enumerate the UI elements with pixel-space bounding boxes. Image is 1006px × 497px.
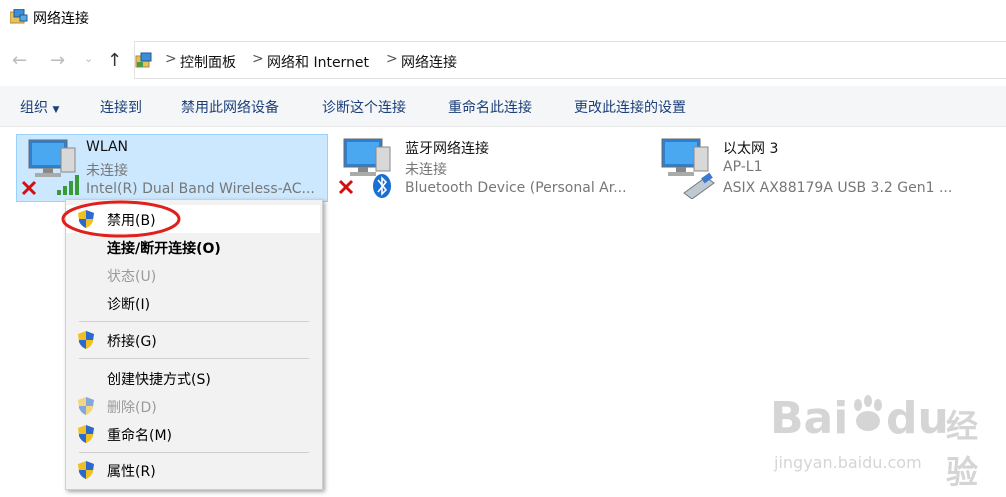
watermark-text: 经验 [946,407,979,491]
breadcrumb-control-panel[interactable]: 控制面板 [180,52,236,72]
chevron-down-icon[interactable]: ⌄ [84,52,93,65]
disable-device-button[interactable]: 禁用此网络设备 [181,97,279,117]
menu-item-bridge[interactable]: 桥接(G) [107,331,157,351]
breadcrumb-separator: > [165,51,177,67]
connection-device: Bluetooth Device (Personal Ar... [405,180,627,196]
connection-name: WLAN [86,139,129,155]
uac-shield-icon [78,331,94,349]
connection-device: Intel(R) Dual Band Wireless-AC... [86,181,315,197]
connection-item-wlan[interactable]: WLAN 未连接 Intel(R) Dual Band Wireless-AC.… [16,134,328,202]
menu-item-properties[interactable]: 属性(R) [107,461,156,481]
back-arrow-icon[interactable]: ← [12,50,27,71]
menu-item-diagnose[interactable]: 诊断(I) [107,294,150,314]
change-settings-button[interactable]: 更改此连接的设置 [574,97,686,117]
diagnose-button[interactable]: 诊断这个连接 [322,97,406,117]
paw-icon [854,395,882,431]
menu-item-delete[interactable]: 删除(D) [107,397,157,417]
connect-to-button[interactable]: 连接到 [100,97,142,117]
connection-status: 未连接 [405,162,447,178]
address-bar[interactable]: > 控制面板 > 网络和 Internet > 网络连接 [134,41,1006,79]
network-folder-icon [10,9,28,24]
menu-item-status[interactable]: 状态(U) [107,266,156,286]
connection-status: AP-L1 [723,159,763,175]
ethernet-adapter-icon [661,138,715,199]
watermark-brand: Bai [770,393,849,444]
baidu-watermark: Bai du 经验 jingyan.baidu.com [770,375,1000,491]
menu-separator [79,321,309,322]
connection-device: ASIX AX88179A USB 3.2 Gen1 ... [723,180,953,196]
uac-shield-icon [78,425,94,443]
connection-item-ethernet[interactable]: 以太网 3 AP-L1 ASIX AX88179A USB 3.2 Gen1 .… [654,134,964,202]
menu-item-create-shortcut[interactable]: 创建快捷方式(S) [107,369,211,389]
annotation-circle [61,200,181,238]
menu-item-connect-disconnect[interactable]: 连接/断开连接(O) [107,238,221,258]
connection-name: 以太网 3 [723,141,779,157]
menu-item-rename[interactable]: 重命名(M) [107,425,172,445]
connection-name: 蓝牙网络连接 [405,141,489,157]
control-panel-icon [135,52,152,68]
window-title: 网络连接 [33,11,89,27]
up-arrow-icon[interactable]: ↑ [107,50,122,71]
uac-shield-icon [78,397,94,415]
breadcrumb-network-internet[interactable]: 网络和 Internet [267,52,369,72]
dropdown-arrow-icon: ▼ [52,105,60,115]
bluetooth-adapter-icon [338,138,391,198]
breadcrumb-separator: > [386,51,398,67]
menu-separator [79,452,309,453]
command-toolbar: 组织 ▼ 连接到 禁用此网络设备 诊断这个连接 重命名此连接 更改此连接的设置 [0,86,1006,127]
forward-arrow-icon[interactable]: → [50,50,65,71]
title-bar: 网络连接 [0,0,1006,36]
wifi-adapter-icon [21,139,79,196]
uac-shield-icon [78,461,94,479]
connection-item-bluetooth[interactable]: 蓝牙网络连接 未连接 Bluetooth Device (Personal Ar… [336,134,646,202]
connection-status: 未连接 [86,163,128,179]
breadcrumb-network-connections[interactable]: 网络连接 [401,52,457,72]
organize-label: 组织 [20,100,48,116]
watermark-url: jingyan.baidu.com [774,453,922,472]
rename-button[interactable]: 重命名此连接 [448,97,532,117]
menu-separator [79,358,309,359]
organize-button[interactable]: 组织 ▼ [20,97,59,117]
watermark-brand-suffix: du [886,393,949,444]
context-menu-items: 禁用(B) 连接/断开连接(O) 状态(U) 诊断(I) 桥接(G) 创建快捷方… [65,199,323,490]
breadcrumb-separator: > [252,51,264,67]
